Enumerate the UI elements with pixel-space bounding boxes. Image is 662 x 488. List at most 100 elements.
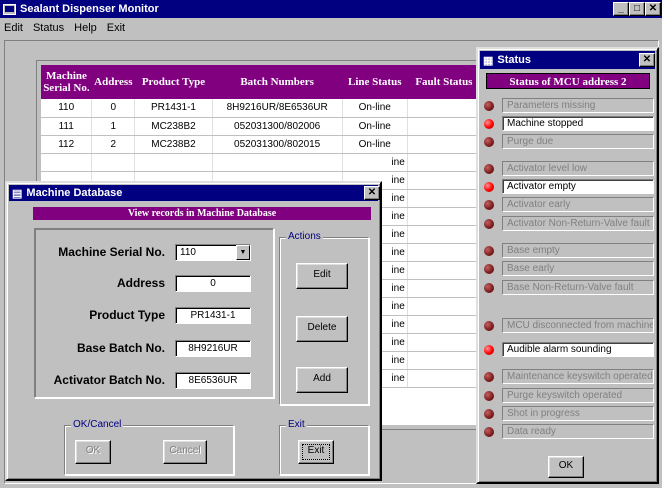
status-window: ▦ Status ✕ Status of MCU address 2 Param…: [476, 47, 659, 484]
status-indicator-label: Base Non-Return-Valve fault: [502, 280, 654, 295]
table-cell: [407, 189, 481, 208]
status-window-icon: ▦: [483, 54, 494, 67]
dropdown-arrow-icon[interactable]: ▼: [236, 245, 250, 260]
db-header: View records in Machine Database: [33, 207, 371, 220]
exit-group: Exit Exit: [279, 419, 369, 475]
table-cell: 8H9216UR/8E6536UR: [212, 99, 343, 118]
status-indicator-label: Base empty: [502, 243, 654, 258]
table-row[interactable]: 112 2 MC238B2 052031300/802015 On-line: [41, 135, 481, 154]
menu-edit[interactable]: Edit: [4, 22, 23, 34]
status-indicator-row: Machine stopped: [484, 115, 654, 132]
table-cell: ine: [342, 153, 408, 172]
edit-button[interactable]: Edit: [296, 263, 348, 289]
status-indicator-row: Activator early: [484, 196, 654, 213]
table-cell: 052031300/802015: [212, 135, 343, 154]
status-indicator-label: Parameters missing: [502, 98, 654, 113]
app-title: Sealant Dispenser Monitor: [20, 3, 159, 15]
okcancel-group-label: OK/Cancel: [71, 419, 124, 430]
status-indicator-row: Data ready: [484, 423, 654, 440]
status-led-icon: [484, 282, 494, 293]
table-row[interactable]: 110 0 PR1431-1 8H9216UR/8E6536UR On-line: [41, 99, 481, 118]
product-type-field[interactable]: PR1431-1: [175, 307, 251, 324]
status-indicator-label: Activator Non-Return-Valve fault: [502, 216, 654, 231]
table-row[interactable]: ine: [41, 153, 481, 172]
table-cell: MC238B2: [134, 117, 213, 136]
status-indicator-label: Base early: [502, 261, 654, 276]
status-led-icon: [484, 320, 494, 331]
status-indicator-label: Maintenance keyswitch operated: [502, 369, 654, 384]
table-cell: 1: [91, 117, 136, 136]
exit-button[interactable]: Exit: [298, 440, 334, 464]
column-header[interactable]: Product Type: [134, 65, 213, 99]
menu-status[interactable]: Status: [33, 22, 64, 34]
cancel-button[interactable]: Cancel: [163, 440, 207, 464]
table-cell: [407, 153, 481, 172]
status-indicator-label: Activator level low: [502, 161, 654, 176]
table-cell: [407, 171, 481, 190]
table-cell: [407, 279, 481, 298]
column-header[interactable]: Fault Status: [407, 65, 481, 99]
ok-button[interactable]: OK: [75, 440, 111, 464]
status-led-icon: [484, 426, 494, 437]
status-indicator-row: Base Non-Return-Valve fault: [484, 279, 654, 296]
edit-label: Edit: [313, 269, 331, 280]
main-title-bar: Sealant Dispenser Monitor _ □ ✕: [0, 0, 662, 18]
status-indicator-row: Activator Non-Return-Valve fault: [484, 215, 654, 232]
table-cell: On-line: [342, 117, 408, 136]
status-header: Status of MCU address 2: [486, 73, 650, 89]
status-led-icon: [484, 371, 494, 382]
maximize-button[interactable]: □: [629, 2, 645, 16]
status-indicator-row: Base empty: [484, 242, 654, 259]
column-header[interactable]: Address: [91, 65, 135, 99]
status-close-button[interactable]: ✕: [639, 53, 655, 67]
address-field[interactable]: 0: [175, 275, 251, 292]
column-header[interactable]: Line Status: [342, 65, 408, 99]
table-cell: 110: [41, 99, 93, 118]
status-indicator-row: MCU disconnected from machine: [484, 317, 654, 334]
delete-label: Delete: [307, 322, 337, 333]
status-led-icon: [484, 390, 494, 401]
db-window-icon: ▤: [12, 187, 23, 200]
table-cell: On-line: [342, 135, 408, 154]
status-title-bar: ▦ Status ✕: [480, 51, 655, 69]
table-row[interactable]: 111 1 MC238B2 052031300/802006 On-line: [41, 117, 481, 136]
status-indicator-row: Activator empty: [484, 178, 654, 195]
table-cell: [212, 153, 343, 172]
table-cell: [407, 333, 481, 352]
close-button[interactable]: ✕: [645, 2, 661, 16]
menu-help[interactable]: Help: [74, 22, 97, 34]
menu-exit[interactable]: Exit: [107, 22, 125, 34]
status-led-icon: [484, 344, 494, 355]
status-indicator-label: Data ready: [502, 424, 654, 439]
table-cell: [134, 153, 213, 172]
serial-select[interactable]: 110 ▼: [175, 244, 251, 261]
close-icon: ✕: [648, 3, 658, 14]
status-ok-button[interactable]: OK: [548, 456, 584, 478]
table-cell: [407, 315, 481, 334]
close-icon: ✕: [642, 54, 652, 65]
status-ok-label: OK: [558, 460, 574, 471]
exit-label: Exit: [307, 445, 325, 456]
add-button[interactable]: Add: [296, 367, 348, 393]
actions-group: Actions Edit Delete Add: [279, 231, 369, 405]
status-indicator-row: Activator level low: [484, 160, 654, 177]
status-led-icon: [484, 136, 494, 147]
status-indicator-label: Activator early: [502, 197, 654, 212]
minimize-button[interactable]: _: [613, 2, 629, 16]
base-batch-field[interactable]: 8H9216UR: [175, 340, 251, 357]
db-close-button[interactable]: ✕: [364, 186, 380, 200]
column-header[interactable]: Batch Numbers: [212, 65, 343, 99]
close-icon: ✕: [367, 187, 377, 198]
status-led-icon: [484, 100, 494, 111]
delete-button[interactable]: Delete: [296, 316, 348, 342]
status-led-icon: [484, 218, 494, 229]
status-indicator-row: Parameters missing: [484, 97, 654, 114]
cancel-label: Cancel: [169, 445, 201, 456]
table-cell: [407, 207, 481, 226]
activator-batch-field[interactable]: 8E6536UR: [175, 372, 251, 389]
status-led-icon: [484, 199, 494, 210]
address-label: Address: [116, 276, 165, 290]
column-header[interactable]: Machine Serial No.: [41, 65, 92, 99]
table-cell: [407, 225, 481, 244]
status-led-icon: [484, 263, 494, 274]
